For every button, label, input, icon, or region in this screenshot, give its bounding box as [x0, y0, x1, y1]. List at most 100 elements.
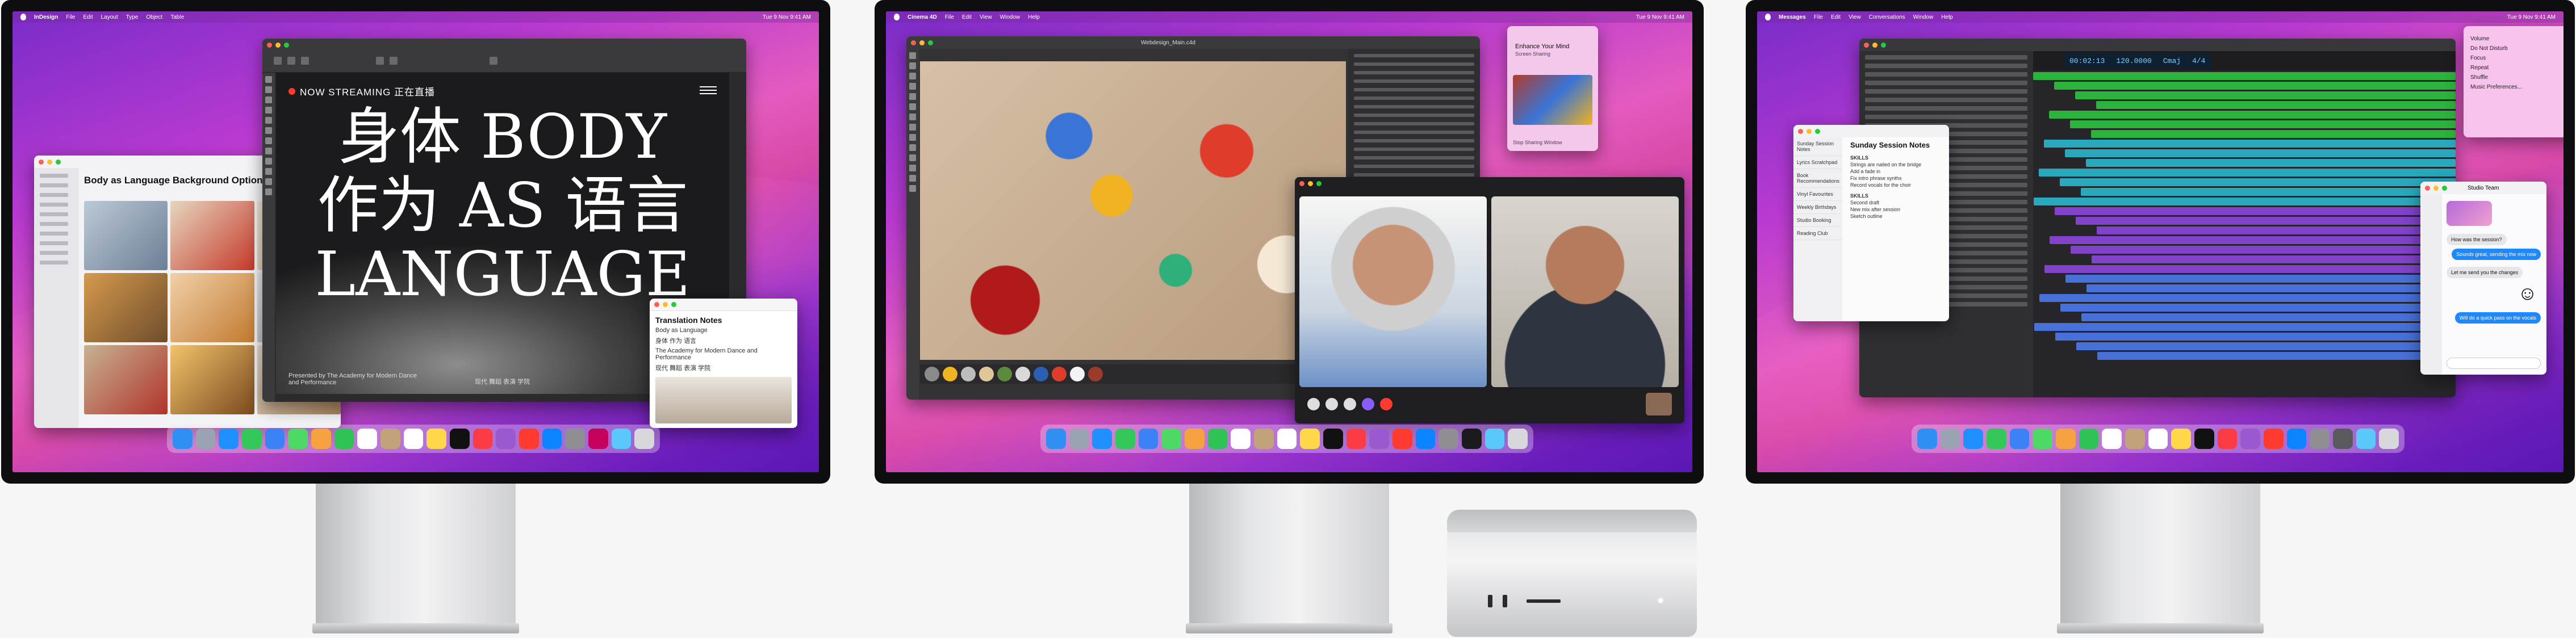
track-region[interactable] [2071, 246, 2456, 254]
close-icon[interactable] [39, 159, 44, 165]
menu-option[interactable]: Focus [2464, 53, 2564, 63]
photos-icon[interactable] [2056, 429, 2076, 449]
system-preferences-icon[interactable] [2310, 429, 2330, 449]
finder-icon[interactable] [1917, 429, 1937, 449]
material-swatch[interactable] [997, 367, 1012, 381]
menu-clock[interactable]: Tue 9 Nov 9:41 AM [2507, 14, 2556, 20]
podcasts-icon[interactable] [1369, 429, 1390, 449]
zoom-icon[interactable] [1881, 42, 1886, 48]
hamburger-menu-icon[interactable] [700, 86, 717, 94]
calendar-icon[interactable] [357, 429, 378, 449]
photo-thumb[interactable] [84, 273, 168, 342]
close-icon[interactable] [1299, 181, 1304, 186]
shareplay-icon[interactable] [1362, 398, 1374, 410]
track-region[interactable] [2033, 72, 2456, 80]
track-region[interactable] [2081, 313, 2456, 321]
material-swatch[interactable] [961, 367, 976, 381]
menu-item[interactable]: Edit [83, 14, 93, 20]
zoom-icon[interactable] [1815, 128, 1820, 134]
trash-icon[interactable] [634, 429, 655, 449]
menu-item[interactable]: Object [146, 14, 162, 20]
maps-icon[interactable] [288, 429, 308, 449]
messages-titlebar[interactable]: Studio Team [2420, 182, 2546, 194]
reminders-icon[interactable] [1277, 429, 1297, 449]
menu-item[interactable]: Window [1913, 14, 1934, 20]
track-region[interactable] [2097, 226, 2456, 234]
mail-icon[interactable] [1138, 429, 1159, 449]
note-list-item[interactable]: Weekly Birthdays [1793, 201, 1842, 214]
track-region[interactable] [2086, 159, 2456, 167]
mail-icon[interactable] [265, 429, 285, 449]
notes-titlebar[interactable] [650, 299, 797, 311]
minimize-icon[interactable] [1806, 128, 1812, 134]
note-body[interactable]: Sunday Session Notes SKILLS Strings are … [1845, 137, 1949, 321]
logic-pro-icon[interactable] [2333, 429, 2353, 449]
app-store-icon[interactable] [542, 429, 562, 449]
music-control-menu[interactable]: Volume Do Not Disturb Focus Repeat Shuff… [2464, 26, 2564, 137]
material-swatch[interactable] [1052, 367, 1067, 381]
maps-icon[interactable] [2033, 429, 2053, 449]
podcasts-icon[interactable] [2240, 429, 2261, 449]
notes-titlebar[interactable] [1793, 125, 1949, 137]
maps-icon[interactable] [1161, 429, 1182, 449]
notes-icon[interactable] [426, 429, 447, 449]
minimize-icon[interactable] [1308, 181, 1313, 186]
menu-app-name[interactable]: InDesign [34, 14, 58, 20]
photo-thumb[interactable] [170, 345, 254, 414]
material-bar[interactable] [920, 364, 1346, 384]
facetime-icon[interactable] [2079, 429, 2099, 449]
messages-icon[interactable] [1987, 429, 2006, 449]
apple-menu-icon[interactable] [894, 14, 900, 20]
track-region[interactable] [2055, 207, 2456, 215]
menu-option[interactable]: Do Not Disturb [2464, 44, 2564, 53]
track-region[interactable] [2044, 265, 2456, 273]
zoom-icon[interactable] [2442, 185, 2447, 191]
notes-window[interactable]: Sunday Session Notes Lyrics Scratchpad B… [1793, 125, 1949, 321]
note-list-item[interactable]: Book Recommendations [1793, 169, 1842, 188]
lcd-display[interactable]: 00:02:13 120.0000 Cmaj 4/4 [2064, 53, 2211, 68]
menu-option[interactable]: Shuffle [2464, 73, 2564, 82]
microphone-icon[interactable] [1325, 398, 1338, 410]
track-region[interactable] [2060, 178, 2456, 186]
call-controls[interactable] [1299, 389, 1680, 419]
note-list-item[interactable]: Reading Club [1793, 227, 1842, 240]
shared-window-thumbnail[interactable] [1513, 75, 1592, 125]
track-region[interactable] [2092, 255, 2456, 263]
dock[interactable] [167, 425, 660, 453]
finder-icon[interactable] [173, 429, 193, 449]
track-region[interactable] [2075, 91, 2456, 99]
mail-icon[interactable] [2009, 429, 2030, 449]
indesign-control-bar[interactable] [262, 51, 746, 73]
apple-menu-icon[interactable] [1765, 14, 1771, 20]
safari-icon[interactable] [219, 429, 239, 449]
finder-sidebar[interactable] [34, 168, 78, 428]
logic-titlebar[interactable] [1859, 39, 2456, 51]
track-region[interactable] [2065, 149, 2456, 157]
menu-item[interactable]: View [1849, 14, 1861, 20]
app-store-icon[interactable] [2286, 429, 2307, 449]
close-icon[interactable] [1798, 128, 1803, 134]
notes-list[interactable]: Sunday Session Notes Lyrics Scratchpad B… [1793, 137, 1842, 321]
photos-icon[interactable] [1185, 429, 1205, 449]
music-icon[interactable] [472, 429, 493, 449]
minimize-icon[interactable] [47, 159, 52, 165]
close-icon[interactable] [654, 302, 659, 307]
menu-item[interactable]: File [945, 14, 954, 20]
news-icon[interactable] [2264, 429, 2284, 449]
facetime-icon[interactable] [334, 429, 354, 449]
trash-icon[interactable] [1508, 429, 1528, 449]
tv-icon[interactable] [450, 429, 470, 449]
podcasts-icon[interactable] [496, 429, 516, 449]
c4d-titlebar[interactable]: Webdesign_Main.c4d [906, 36, 1480, 49]
material-swatch[interactable] [1034, 367, 1048, 381]
menu-item[interactable]: Help [1941, 14, 1953, 20]
calendar-icon[interactable] [2102, 429, 2122, 449]
track-region[interactable] [2086, 284, 2456, 292]
news-icon[interactable] [1392, 429, 1412, 449]
finder-icon[interactable] [1046, 429, 1066, 449]
sidebar-icon[interactable] [1307, 398, 1320, 410]
c4d-viewport[interactable] [920, 61, 1346, 360]
menu-item[interactable]: Table [170, 14, 184, 20]
menu-item[interactable]: Window [1000, 14, 1021, 20]
note-list-item[interactable]: Studio Booking [1793, 214, 1842, 227]
